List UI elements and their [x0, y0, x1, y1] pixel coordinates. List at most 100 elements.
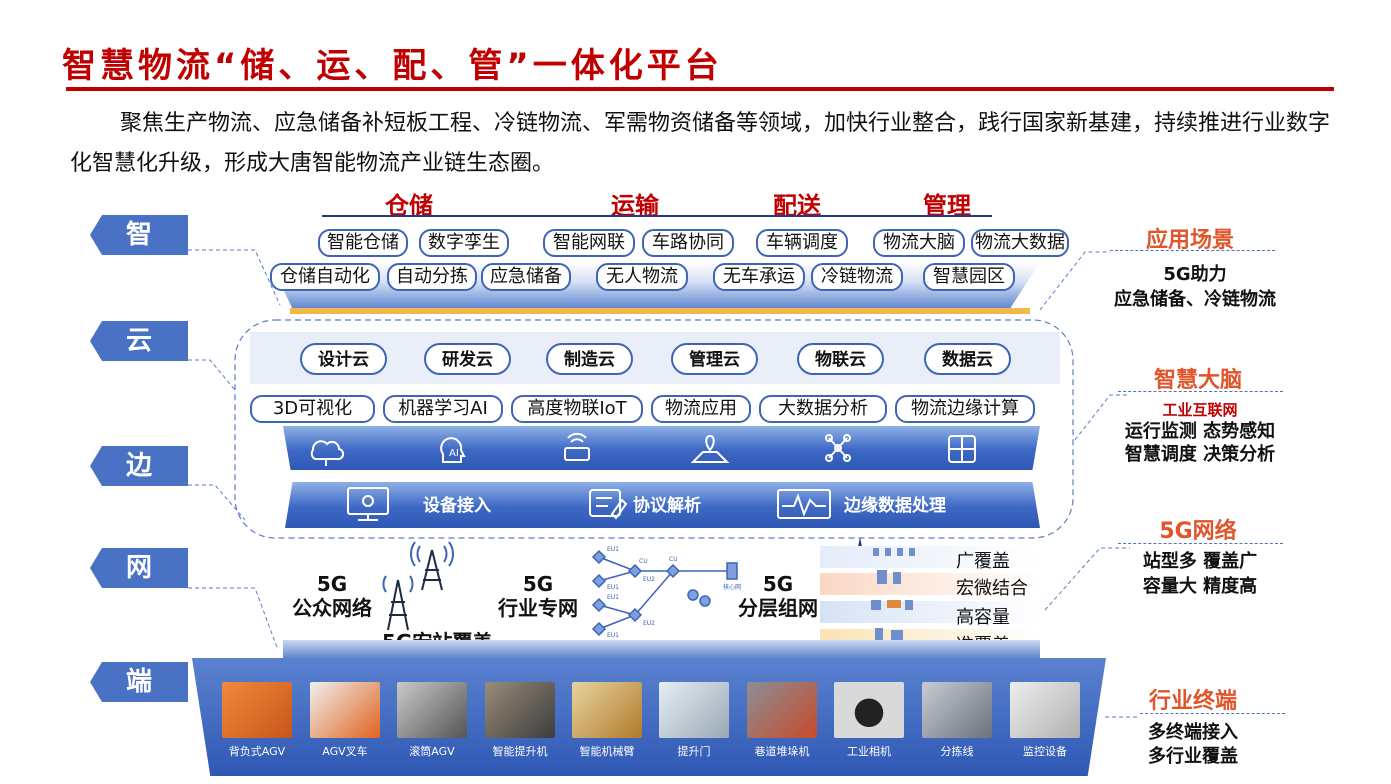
app-pill: 物流大脑 — [873, 229, 965, 257]
network-topology-diagram: EU1 EU1 EU1 EU1 CU EU2 EU2 CU 核心网 — [591, 546, 741, 639]
side-app-line: 5G助力 — [1163, 264, 1227, 285]
terminal-image-smart-lifter — [485, 682, 555, 738]
cloud-iot: 物联云 — [797, 343, 884, 375]
terminal-label: 智能机械臂 — [579, 745, 635, 758]
terminal-image-backpack-agv — [222, 682, 292, 738]
terminal-label: 巷道堆垛机 — [754, 745, 810, 758]
private-network-name: 行业专网 — [498, 596, 578, 620]
app-pill: 智慧园区 — [923, 263, 1015, 291]
capability-pill: 机器学习AI — [383, 395, 503, 423]
document-edit-icon — [589, 489, 628, 520]
calculator-icon — [948, 435, 976, 463]
category-divider — [322, 215, 992, 217]
topo-label: EU2 — [643, 620, 655, 627]
terminal-image-lift-door — [659, 682, 729, 738]
private-network-5g: 5G — [522, 572, 554, 596]
side-net-line: 容量大 精度高 — [1142, 576, 1258, 597]
cloud-data: 数据云 — [924, 343, 1011, 375]
terminal-image-surveillance — [1010, 682, 1080, 738]
layered-network-name: 分层组网 — [738, 596, 818, 620]
app-pill: 车路协同 — [642, 229, 734, 257]
app-pill: 数字孪生 — [419, 229, 509, 257]
public-network-name: 公众网络 — [292, 596, 372, 620]
side-app-line: 应急储备、冷链物流 — [1114, 289, 1276, 310]
terminal-label: 工业相机 — [847, 745, 891, 758]
capability-pill: 高度物联IoT — [511, 395, 643, 423]
layered-network-label: 5G 分层组网 — [733, 572, 823, 620]
capability-pill: 3D可视化 — [250, 395, 375, 423]
topo-label: EU1 — [607, 584, 619, 591]
ai-head-icon: AI — [440, 437, 466, 463]
app-pill: 仓储自动化 — [270, 263, 380, 291]
map-pin-icon — [690, 434, 730, 463]
app-pill: 物流大数据 — [971, 229, 1069, 257]
edge-protocol-parsing: 协议解析 — [633, 496, 701, 516]
terminal-label: AGV叉车 — [322, 745, 368, 758]
side-app-rule — [1110, 250, 1275, 251]
terminal-label: 智能提升机 — [492, 745, 548, 758]
topo-label: CU — [669, 556, 678, 563]
public-network-label: 5G 公众网络 — [287, 572, 377, 620]
topo-label: EU1 — [607, 546, 619, 553]
terminal-image-sorting-line — [922, 682, 992, 738]
side-brain-line: 智慧调度 决策分析 — [1124, 444, 1276, 465]
app-pill: 智能网联 — [543, 229, 635, 257]
app-pill: 车辆调度 — [756, 229, 848, 257]
svg-text:AI: AI — [449, 448, 459, 459]
monitor-icon — [347, 487, 389, 521]
capability-pill: 大数据分析 — [759, 395, 887, 423]
coverage-wide-label: 广覆盖 — [956, 551, 1010, 572]
coverage-macro-micro-label: 宏微结合 — [956, 578, 1028, 599]
terminal-image-agv-forklift — [310, 682, 380, 738]
terminal-image-industrial-camera — [834, 682, 904, 738]
capability-icons: AI — [310, 432, 976, 466]
edge-data-processing: 边缘数据处理 — [844, 496, 946, 516]
topo-label: CU — [639, 558, 648, 565]
topo-label: EU1 — [607, 594, 619, 601]
app-pill: 应急储备 — [481, 263, 571, 291]
topo-label: EU1 — [607, 632, 619, 639]
coverage-equipment-icons — [871, 548, 915, 642]
topo-label: EU2 — [643, 576, 655, 583]
private-network-label: 5G 行业专网 — [493, 572, 583, 620]
cloud-rnd: 研发云 — [424, 343, 511, 375]
app-pill: 冷链物流 — [811, 263, 903, 291]
app-pill: 智能仓储 — [318, 229, 408, 257]
terminal-label: 监控设备 — [1023, 745, 1067, 758]
edge-device-access: 设备接入 — [423, 496, 491, 516]
public-network-5g: 5G — [316, 572, 348, 596]
terminal-image-stacker — [747, 682, 817, 738]
side-term-rule — [1140, 713, 1285, 714]
terminal-image-roller-agv — [397, 682, 467, 738]
app-pill: 无人物流 — [596, 263, 688, 291]
cloud-management: 管理云 — [671, 343, 758, 375]
terminal-label: 提升门 — [677, 745, 711, 758]
application-platform-edge — [290, 308, 1030, 314]
coverage-high-capacity-label: 高容量 — [956, 607, 1010, 628]
capability-pill: 物流边缘计算 — [895, 395, 1035, 423]
side-term-heading: 行业终端 — [1148, 689, 1237, 714]
side-term-line: 多行业覆盖 — [1148, 746, 1238, 767]
side-brain-heading: 智慧大脑 — [1153, 368, 1242, 393]
capability-pill: 物流应用 — [651, 395, 751, 423]
app-pill: 自动分拣 — [387, 263, 477, 291]
router-icon — [564, 432, 590, 461]
cloud-manufacturing: 制造云 — [546, 343, 633, 375]
edge-icons — [347, 487, 831, 521]
side-brain-line: 运行监测 态势感知 — [1124, 421, 1276, 442]
cloud-network-icon — [310, 440, 345, 466]
cloud-design: 设计云 — [300, 343, 387, 375]
side-net-heading: 5G网络 — [1159, 519, 1237, 544]
side-net-line: 站型多 覆盖广 — [1142, 551, 1258, 572]
terminal-image-robot-arm — [572, 682, 642, 738]
side-term-line: 多终端接入 — [1148, 722, 1238, 743]
app-pill: 无车承运 — [713, 263, 805, 291]
terminal-label: 背负式AGV — [228, 745, 286, 758]
network-nodes-icon — [825, 434, 851, 462]
terminal-label: 分拣线 — [940, 745, 974, 758]
side-brain-rule — [1118, 391, 1283, 392]
side-net-rule — [1118, 543, 1283, 544]
layered-network-5g: 5G — [762, 572, 794, 596]
waveform-icon — [777, 489, 831, 519]
terminal-label: 滚筒AGV — [409, 745, 455, 758]
